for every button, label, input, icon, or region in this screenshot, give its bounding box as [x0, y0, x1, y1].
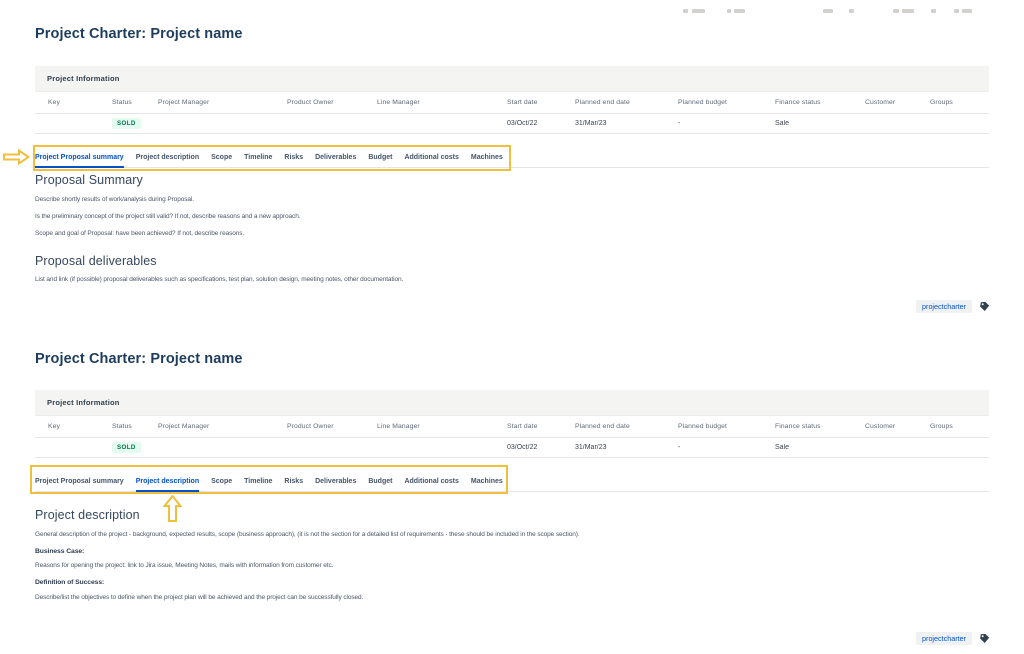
cell-status: SOLD: [112, 118, 158, 129]
column-header-product-owner: Product Owner: [287, 99, 334, 106]
tab-machines[interactable]: Machines: [471, 478, 503, 492]
cropped-toolbar-mark: [734, 9, 745, 13]
tab-deliverables[interactable]: Deliverables: [315, 478, 356, 492]
table-data-row: SOLD 03/Oct/22 31/Mar/23 - Sale: [35, 438, 989, 458]
paragraph: Is the preliminary concept of the projec…: [35, 213, 301, 220]
tab-project-proposal-summary[interactable]: Project Proposal summary: [35, 478, 124, 492]
table-caption: Project Information: [35, 390, 989, 416]
page-title: Project Charter: Project name: [35, 351, 243, 367]
tab-scope[interactable]: Scope: [211, 478, 232, 492]
column-header-key: Key: [48, 99, 61, 106]
tag-icon: [979, 633, 990, 644]
section-heading: Proposal Summary: [35, 173, 143, 187]
cell-finance-status: Sale: [775, 444, 790, 451]
annotation-arrow-right-icon: [3, 148, 31, 170]
paragraph: Describe shortly results of work/analysi…: [35, 196, 194, 203]
cropped-toolbar-mark: [954, 9, 959, 13]
column-header-status: Status: [112, 423, 132, 430]
tab-bar: Project Proposal summary Project descrip…: [35, 148, 989, 168]
tab-project-proposal-summary[interactable]: Project Proposal summary: [35, 154, 124, 168]
column-header-project-manager: Project Manager: [158, 423, 210, 430]
column-header-groups: Groups: [930, 99, 953, 106]
column-header-start-date: Start date: [507, 99, 538, 106]
paragraph-label: Business Case:: [35, 548, 85, 555]
table-header-row: Key Status Project Manager Product Owner…: [35, 416, 989, 438]
project-info-table: Project Information Key Status Project M…: [35, 390, 989, 458]
column-header-line-manager: Line Manager: [377, 99, 420, 106]
tab-project-description[interactable]: Project description: [135, 478, 200, 492]
cell-planned-budget: -: [678, 444, 681, 451]
tab-risks[interactable]: Risks: [284, 154, 303, 168]
cropped-toolbar-mark: [727, 9, 731, 13]
column-header-key: Key: [48, 423, 61, 430]
paragraph: General description of the project - bac…: [35, 531, 580, 538]
column-header-start-date: Start date: [507, 423, 538, 430]
tab-scope[interactable]: Scope: [211, 154, 232, 168]
paragraph: List and link (if possible) proposal del…: [35, 276, 404, 283]
tab-machines[interactable]: Machines: [471, 154, 503, 168]
cropped-toolbar-mark: [823, 9, 833, 13]
tab-timeline[interactable]: Timeline: [244, 478, 272, 492]
cell-start-date: 03/Oct/22: [507, 120, 538, 127]
tab-risks[interactable]: Risks: [284, 478, 303, 492]
page-label-projectcharter[interactable]: projectcharter: [916, 300, 972, 313]
table-header-row: Key Status Project Manager Product Owner…: [35, 92, 989, 114]
status-badge: SOLD: [112, 118, 141, 129]
section-heading: Proposal deliverables: [35, 254, 157, 268]
column-header-planned-end-date: Planned end date: [575, 99, 630, 106]
table-data-row: SOLD 03/Oct/22 31/Mar/23 - Sale: [35, 114, 989, 134]
paragraph: Scope and goal of Proposal: have been ac…: [35, 230, 245, 237]
tab-deliverables[interactable]: Deliverables: [315, 154, 356, 168]
column-header-groups: Groups: [930, 423, 953, 430]
page-label-projectcharter[interactable]: projectcharter: [916, 632, 972, 645]
cropped-toolbar-mark: [902, 9, 914, 13]
tab-budget[interactable]: Budget: [368, 478, 392, 492]
column-header-planned-end-date: Planned end date: [575, 423, 630, 430]
cropped-toolbar-mark: [962, 9, 972, 13]
page-labels: projectcharter: [916, 300, 990, 313]
page: Project Charter: Project name Project In…: [0, 0, 1024, 654]
column-header-customer: Customer: [865, 423, 896, 430]
cell-start-date: 03/Oct/22: [507, 444, 538, 451]
cell-finance-status: Sale: [775, 120, 790, 127]
cropped-toolbar-mark: [849, 9, 854, 13]
section-heading: Project description: [35, 508, 140, 522]
column-header-line-manager: Line Manager: [377, 423, 420, 430]
column-header-planned-budget: Planned budget: [678, 423, 728, 430]
tag-icon: [979, 301, 990, 312]
paragraph-label: Definition of Success:: [35, 579, 105, 586]
tab-additional-costs[interactable]: Additional costs: [404, 154, 458, 168]
cropped-toolbar-mark: [683, 9, 688, 13]
paragraph: Describe/list the objectives to define w…: [35, 594, 364, 601]
cropped-toolbar-mark: [692, 9, 705, 13]
column-header-project-manager: Project Manager: [158, 99, 210, 106]
cell-planned-end-date: 31/Mar/23: [575, 444, 607, 451]
page-labels: projectcharter: [916, 632, 990, 645]
paragraph: Reasons for opening the project: link to…: [35, 562, 334, 569]
cropped-toolbar-mark: [931, 9, 936, 13]
column-header-planned-budget: Planned budget: [678, 99, 728, 106]
column-header-finance-status: Finance status: [775, 423, 821, 430]
tab-project-description[interactable]: Project description: [136, 154, 199, 168]
page-title: Project Charter: Project name: [35, 26, 243, 42]
tab-budget[interactable]: Budget: [368, 154, 392, 168]
tab-additional-costs[interactable]: Additional costs: [404, 478, 458, 492]
cropped-toolbar-mark: [893, 9, 899, 13]
cell-planned-end-date: 31/Mar/23: [575, 120, 607, 127]
column-header-customer: Customer: [865, 99, 896, 106]
column-header-status: Status: [112, 99, 132, 106]
cell-status: SOLD: [112, 442, 158, 453]
status-badge: SOLD: [112, 442, 141, 453]
tab-timeline[interactable]: Timeline: [244, 154, 272, 168]
column-header-product-owner: Product Owner: [287, 423, 334, 430]
table-caption: Project Information: [35, 66, 989, 92]
cell-planned-budget: -: [678, 120, 681, 127]
project-info-table: Project Information Key Status Project M…: [35, 66, 989, 134]
column-header-finance-status: Finance status: [775, 99, 821, 106]
tab-bar: Project Proposal summary Project descrip…: [35, 472, 989, 492]
